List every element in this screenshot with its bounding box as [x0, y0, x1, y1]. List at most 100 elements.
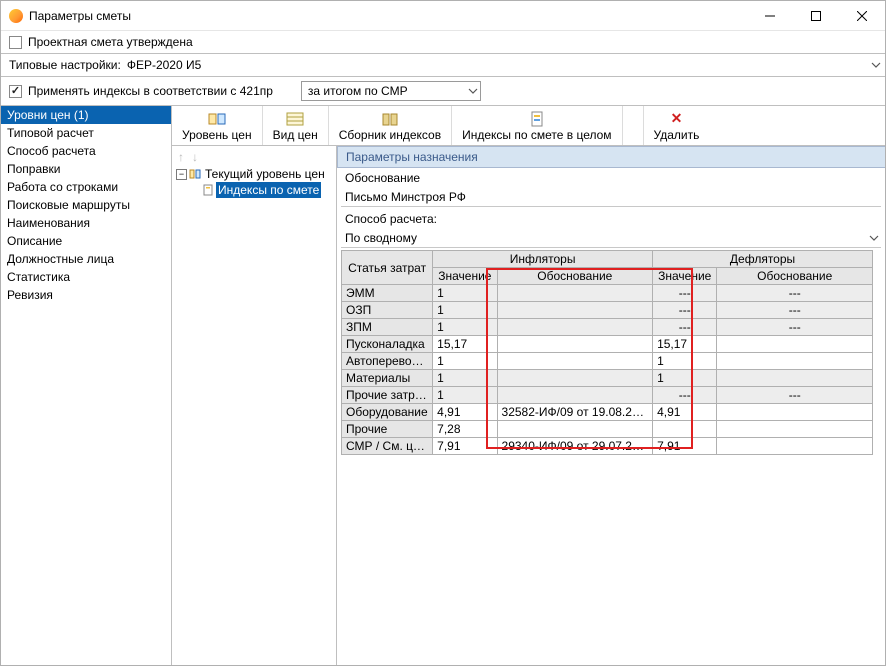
- table-cell[interactable]: [497, 302, 653, 319]
- sidebar-item[interactable]: Поисковые маршруты: [1, 196, 171, 214]
- level-icon: [208, 110, 226, 128]
- maximize-button[interactable]: [793, 1, 839, 31]
- table-cell[interactable]: ЗПМ: [342, 319, 433, 336]
- tree-child-node[interactable]: Индексы по смете: [172, 182, 336, 198]
- toolbar-view-label: Вид цен: [273, 128, 318, 142]
- table-cell[interactable]: СМР / См. цена: [342, 438, 433, 455]
- table-cell[interactable]: 1: [433, 353, 497, 370]
- table-cell[interactable]: 4,91: [433, 404, 497, 421]
- apply-indexes-combo[interactable]: за итогом по СМР: [301, 81, 481, 101]
- sidebar-item[interactable]: Работа со строками: [1, 178, 171, 196]
- apply-indexes-row: Применять индексы в соответствии с 421пр…: [1, 77, 885, 106]
- sidebar-item[interactable]: Поправки: [1, 160, 171, 178]
- coefficients-table[interactable]: Статья затрат Инфляторы Дефляторы Значен…: [341, 250, 873, 455]
- table-row[interactable]: Прочие7,28: [342, 421, 873, 438]
- table-cell[interactable]: Прочие: [342, 421, 433, 438]
- table-cell[interactable]: 15,17: [433, 336, 497, 353]
- sidebar-item[interactable]: Уровни цен (1): [1, 106, 171, 124]
- table-cell[interactable]: 7,91: [653, 438, 717, 455]
- table-cell[interactable]: [497, 285, 653, 302]
- table-row[interactable]: Автоперевозка11: [342, 353, 873, 370]
- table-cell[interactable]: ---: [653, 319, 717, 336]
- table-cell[interactable]: 1: [433, 302, 497, 319]
- sidebar-item[interactable]: Статистика: [1, 268, 171, 286]
- approved-checkbox[interactable]: [9, 36, 22, 49]
- table-cell[interactable]: [717, 438, 873, 455]
- table-cell[interactable]: 1: [433, 285, 497, 302]
- table-cell[interactable]: Материалы: [342, 370, 433, 387]
- apply-indexes-checkbox[interactable]: [9, 85, 22, 98]
- table-cell[interactable]: [497, 421, 653, 438]
- table-cell[interactable]: 1: [433, 370, 497, 387]
- table-row[interactable]: ЭММ1 ------: [342, 285, 873, 302]
- arrow-up-icon[interactable]: ↑: [178, 150, 184, 164]
- table-cell[interactable]: 1: [433, 387, 497, 404]
- table-cell[interactable]: ---: [717, 387, 873, 404]
- sidebar-item[interactable]: Наименования: [1, 214, 171, 232]
- minimize-button[interactable]: [747, 1, 793, 31]
- close-button[interactable]: [839, 1, 885, 31]
- table-cell[interactable]: ---: [717, 319, 873, 336]
- table-cell[interactable]: [717, 421, 873, 438]
- table-cell[interactable]: ---: [653, 302, 717, 319]
- chevron-down-icon[interactable]: [871, 62, 881, 68]
- tree-collapse-icon[interactable]: −: [176, 169, 187, 180]
- table-row[interactable]: Прочие затраты1 ------: [342, 387, 873, 404]
- table-cell[interactable]: 1: [653, 370, 717, 387]
- table-cell[interactable]: 15,17: [653, 336, 717, 353]
- table-cell[interactable]: [497, 336, 653, 353]
- table-cell[interactable]: 4,91: [653, 404, 717, 421]
- table-cell[interactable]: [717, 336, 873, 353]
- table-cell[interactable]: [717, 370, 873, 387]
- toolbar-level-button[interactable]: Уровень цен: [172, 106, 263, 145]
- table-cell[interactable]: ---: [717, 302, 873, 319]
- table-cell[interactable]: Автоперевозка: [342, 353, 433, 370]
- table-cell[interactable]: [653, 421, 717, 438]
- table-cell[interactable]: 32582-ИФ/09 от 19.08.2020 Стр…: [497, 404, 653, 421]
- table-cell[interactable]: Оборудование: [342, 404, 433, 421]
- table-cell[interactable]: 7,28: [433, 421, 497, 438]
- view-icon: [286, 110, 304, 128]
- toolbar-whole-button[interactable]: Индексы по смете в целом: [452, 106, 622, 145]
- tree-panel: ↑ ↓ − Текущий уровень цен Индексы по сме…: [172, 146, 337, 665]
- table-cell[interactable]: 29340-ИФ/09 от 29.07.2020 г.М…: [497, 438, 653, 455]
- sidebar-item[interactable]: Способ расчета: [1, 142, 171, 160]
- table-cell[interactable]: [717, 404, 873, 421]
- table-cell[interactable]: 1: [653, 353, 717, 370]
- tree-root-node[interactable]: − Текущий уровень цен: [172, 166, 336, 182]
- toolbar-delete-button[interactable]: ✕ Удалить: [643, 106, 710, 145]
- table-row[interactable]: СМР / См. цена7,9129340-ИФ/09 от 29.07.2…: [342, 438, 873, 455]
- table-cell[interactable]: Прочие затраты: [342, 387, 433, 404]
- table-cell[interactable]: ---: [653, 387, 717, 404]
- table-cell[interactable]: [717, 353, 873, 370]
- table-cell[interactable]: Пусконаладка: [342, 336, 433, 353]
- sidebar-item[interactable]: Типовой расчет: [1, 124, 171, 142]
- table-cell[interactable]: [497, 319, 653, 336]
- table-cell[interactable]: 7,91: [433, 438, 497, 455]
- tree-nav-arrows: ↑ ↓: [172, 150, 336, 164]
- table-row[interactable]: Оборудование4,9132582-ИФ/09 от 19.08.202…: [342, 404, 873, 421]
- table-cell[interactable]: ---: [653, 285, 717, 302]
- calc-combo[interactable]: По сводному: [341, 229, 881, 248]
- toolbar-view-button[interactable]: Вид цен: [263, 106, 329, 145]
- table-row[interactable]: Материалы11: [342, 370, 873, 387]
- th-dosn: Обоснование: [717, 268, 873, 285]
- table-cell[interactable]: [497, 370, 653, 387]
- arrow-down-icon[interactable]: ↓: [192, 150, 198, 164]
- sidebar-item[interactable]: Ревизия: [1, 286, 171, 304]
- toolbar-collection-button[interactable]: Сборник индексов: [329, 106, 452, 145]
- sidebar-item[interactable]: Должностные лица: [1, 250, 171, 268]
- table-row[interactable]: Пусконаладка15,1715,17: [342, 336, 873, 353]
- preset-row[interactable]: Типовые настройки: ФЕР-2020 И5: [1, 54, 885, 77]
- table-cell[interactable]: [497, 353, 653, 370]
- table-cell[interactable]: ЭММ: [342, 285, 433, 302]
- table-row[interactable]: ОЗП1 ------: [342, 302, 873, 319]
- table-cell[interactable]: ОЗП: [342, 302, 433, 319]
- table-cell[interactable]: [497, 387, 653, 404]
- table-cell[interactable]: ---: [717, 285, 873, 302]
- toolbar-collection-label: Сборник индексов: [339, 128, 441, 142]
- table-row[interactable]: ЗПМ1 ------: [342, 319, 873, 336]
- sidebar-item[interactable]: Описание: [1, 232, 171, 250]
- table-cell[interactable]: 1: [433, 319, 497, 336]
- osn-input[interactable]: Письмо Минстроя РФ: [341, 188, 881, 207]
